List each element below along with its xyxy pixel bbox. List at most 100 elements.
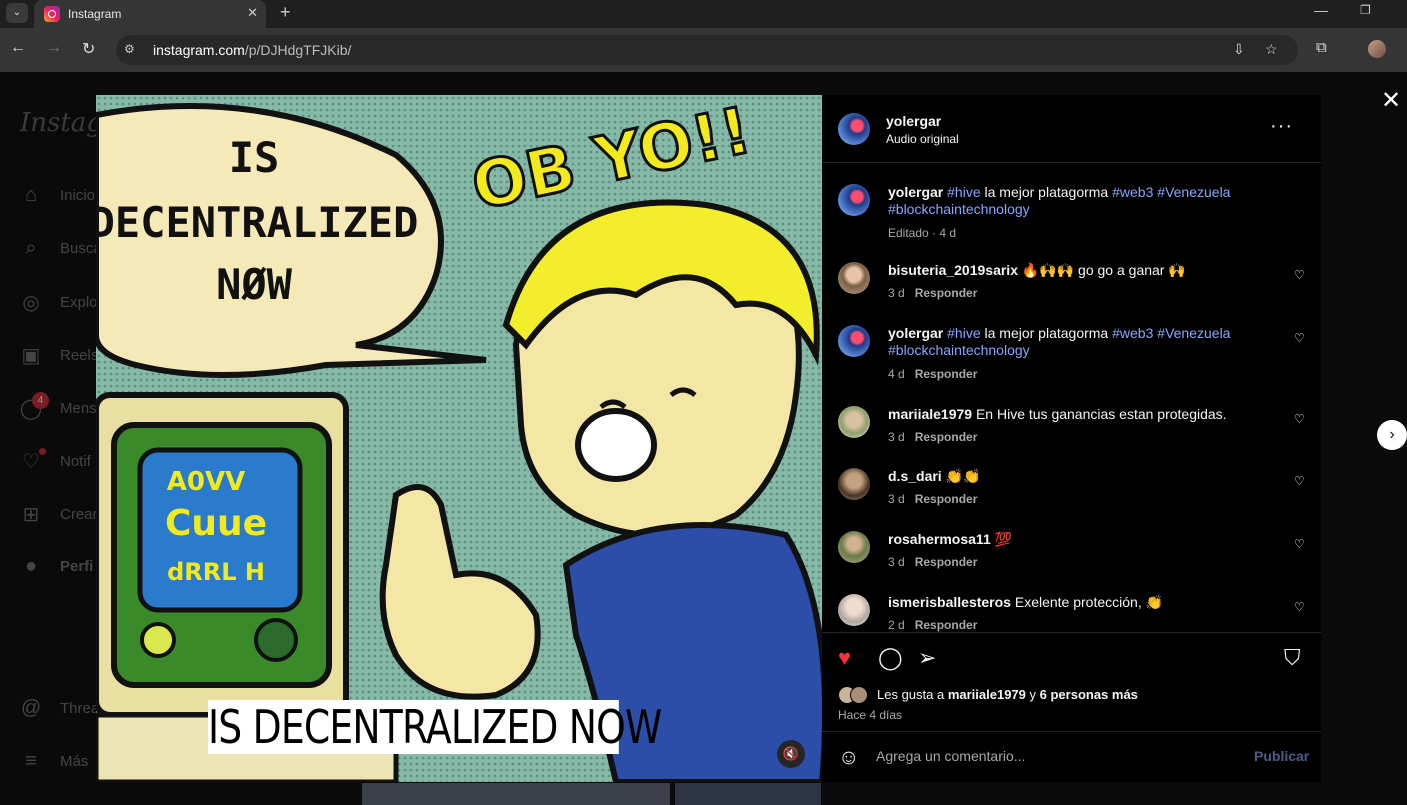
- reload-button[interactable]: ↻: [82, 39, 95, 59]
- reply-button[interactable]: Responder: [915, 367, 978, 381]
- svg-text:dRRL H: dRRL H: [167, 558, 265, 586]
- search-icon: ⌕: [25, 237, 37, 259]
- reply-button[interactable]: Responder: [915, 618, 978, 632]
- hashtag-link[interactable]: #web3: [1112, 325, 1153, 341]
- like-heart-icon[interactable]: ♥: [838, 645, 851, 671]
- comment-like-heart-icon[interactable]: ♡: [1294, 331, 1305, 345]
- url-path: /p/DJHdgTFJKib/: [244, 42, 352, 58]
- comment-avatar[interactable]: [838, 531, 870, 563]
- likes-user[interactable]: mariiale1979: [948, 687, 1026, 702]
- bookmark-save-icon[interactable]: ⛉: [1284, 645, 1301, 671]
- comment-like-heart-icon[interactable]: ♡: [1294, 600, 1305, 614]
- comment-avatar[interactable]: [838, 325, 870, 357]
- browser-tab[interactable]: Instagram ✕: [34, 0, 266, 28]
- reply-button[interactable]: Responder: [915, 430, 978, 444]
- publish-button[interactable]: Publicar: [1254, 748, 1309, 764]
- comment-avatar[interactable]: [838, 406, 870, 438]
- comment-like-heart-icon[interactable]: ♡: [1294, 412, 1305, 426]
- site-info-icon[interactable]: ⚙: [124, 42, 135, 56]
- extensions-icon[interactable]: ⧉: [1316, 39, 1327, 56]
- sidebar-item-create[interactable]: ⊞ Crear: [18, 502, 98, 527]
- likes-prefix: Les gusta a: [877, 687, 948, 702]
- sidebar-item-threads[interactable]: @ Threa: [18, 697, 99, 720]
- sidebar-item-home[interactable]: ⌂ Inicio: [18, 184, 95, 207]
- comment-bubble-icon[interactable]: ◯: [878, 645, 903, 671]
- comment-text: ismerisballesteros Exelente protección, …: [888, 594, 1240, 611]
- comment-avatar[interactable]: [838, 468, 870, 500]
- home-icon: ⌂: [24, 184, 38, 206]
- comment-time: 2 d: [888, 618, 905, 632]
- comment-avatar[interactable]: [838, 262, 870, 294]
- share-send-icon[interactable]: ➢: [918, 645, 936, 671]
- post-actions: ♥ ◯ ➢ ⛉ Les gusta a mariiale1979 y 6 per…: [822, 632, 1321, 732]
- mute-audio-icon[interactable]: 🔇: [777, 740, 805, 768]
- comment-text: mariiale1979 En Hive tus ganancias estan…: [888, 406, 1240, 423]
- comment-username[interactable]: d.s_dari: [888, 468, 942, 484]
- svg-text:Cuue: Cuue: [165, 503, 267, 544]
- sidebar-item-notifications[interactable]: ♡ Notif: [18, 449, 91, 474]
- reply-button[interactable]: Responder: [915, 492, 978, 506]
- caption-username[interactable]: yolergar: [888, 184, 943, 200]
- hashtag-link[interactable]: #hive: [947, 184, 980, 200]
- comment-avatar[interactable]: [838, 594, 870, 626]
- comment-meta: 4 d Responder: [888, 367, 977, 381]
- author-username[interactable]: yolergar: [886, 113, 941, 129]
- caption-avatar[interactable]: [838, 184, 870, 216]
- comment-input[interactable]: [876, 745, 1236, 767]
- hashtag-link[interactable]: #blockchaintechnology: [888, 201, 1030, 217]
- profile-avatar: ●: [24, 555, 38, 577]
- bubble-text-line-3: NØW: [216, 260, 293, 309]
- next-post-chevron-icon[interactable]: ›: [1377, 420, 1407, 450]
- audio-label[interactable]: Audio original: [886, 132, 959, 146]
- hashtag-link[interactable]: #blockchaintechnology: [888, 342, 1030, 358]
- comment-like-heart-icon[interactable]: ♡: [1294, 474, 1305, 488]
- sidebar-item-profile[interactable]: ● Perfi: [18, 555, 93, 578]
- hashtag-link[interactable]: #Venezuela: [1157, 184, 1230, 200]
- sidebar-item-more[interactable]: ≡ Más: [18, 750, 88, 773]
- hashtag-link[interactable]: #hive: [947, 325, 980, 341]
- comment-username[interactable]: yolergar: [888, 325, 943, 341]
- comments-list[interactable]: yolergar #hive la mejor platagorma #web3…: [822, 164, 1321, 632]
- emoji-smiley-icon[interactable]: ☺: [838, 746, 859, 770]
- bubble-text-line-2: DECENTRALIZED: [96, 198, 418, 247]
- messages-badge: 4: [32, 392, 49, 409]
- plus-icon: ⊞: [22, 504, 40, 526]
- likes-summary[interactable]: Les gusta a mariiale1979 y 6 personas má…: [877, 687, 1138, 702]
- more-options-icon[interactable]: ···: [1270, 115, 1293, 138]
- likes-others[interactable]: 6 personas más: [1040, 687, 1138, 702]
- sidebar-item-explore[interactable]: ◎ Explo: [18, 290, 97, 315]
- likes-mid: y: [1025, 687, 1040, 702]
- comment-username[interactable]: rosahermosa11: [888, 531, 991, 547]
- hashtag-link[interactable]: #web3: [1112, 184, 1153, 200]
- comment-username[interactable]: bisuteria_2019sarix: [888, 262, 1018, 278]
- close-modal-icon[interactable]: ✕: [1381, 86, 1401, 115]
- sidebar-item-label: Reels: [60, 347, 99, 364]
- hashtag-link[interactable]: #Venezuela: [1157, 325, 1230, 341]
- bookmark-star-icon[interactable]: ☆: [1265, 41, 1278, 58]
- sidebar-item-search[interactable]: ⌕ Busca: [18, 237, 101, 260]
- forward-button[interactable]: →: [46, 39, 62, 57]
- comment-username[interactable]: mariiale1979: [888, 406, 972, 422]
- reply-button[interactable]: Responder: [915, 286, 978, 300]
- browser-profile-avatar[interactable]: [1368, 40, 1386, 58]
- tab-search-button[interactable]: ⌄: [6, 3, 28, 23]
- new-tab-button[interactable]: +: [280, 2, 291, 23]
- comment-text: yolergar #hive la mejor platagorma #web3…: [888, 325, 1240, 359]
- tab-close-icon[interactable]: ✕: [247, 5, 258, 21]
- post-image[interactable]: IS DECENTRALIZED NØW OB YO!! A0VV Cuue d…: [96, 95, 822, 782]
- url-text[interactable]: instagram.com/p/DJHdgTFJKib/: [153, 42, 351, 58]
- comment-like-heart-icon[interactable]: ♡: [1294, 537, 1305, 551]
- comment-text: rosahermosa11 💯: [888, 531, 1240, 548]
- comment-body: Exelente protección, 👏: [1014, 594, 1164, 610]
- address-bar[interactable]: ⚙ instagram.com/p/DJHdgTFJKib/ ⇩ ☆: [116, 35, 1298, 65]
- sidebar-item-reels[interactable]: ▣ Reels: [18, 343, 99, 368]
- comment-like-heart-icon[interactable]: ♡: [1294, 268, 1305, 282]
- reply-button[interactable]: Responder: [915, 555, 978, 569]
- author-avatar[interactable]: [838, 113, 870, 145]
- sidebar-item-messages[interactable]: ◯ Mens: [18, 396, 97, 421]
- comment-username[interactable]: ismerisballesteros: [888, 594, 1011, 610]
- window-restore-button[interactable]: ❐: [1360, 3, 1371, 17]
- window-minimize-button[interactable]: —: [1314, 2, 1328, 18]
- install-app-icon[interactable]: ⇩: [1233, 41, 1245, 58]
- back-button[interactable]: ←: [10, 39, 26, 57]
